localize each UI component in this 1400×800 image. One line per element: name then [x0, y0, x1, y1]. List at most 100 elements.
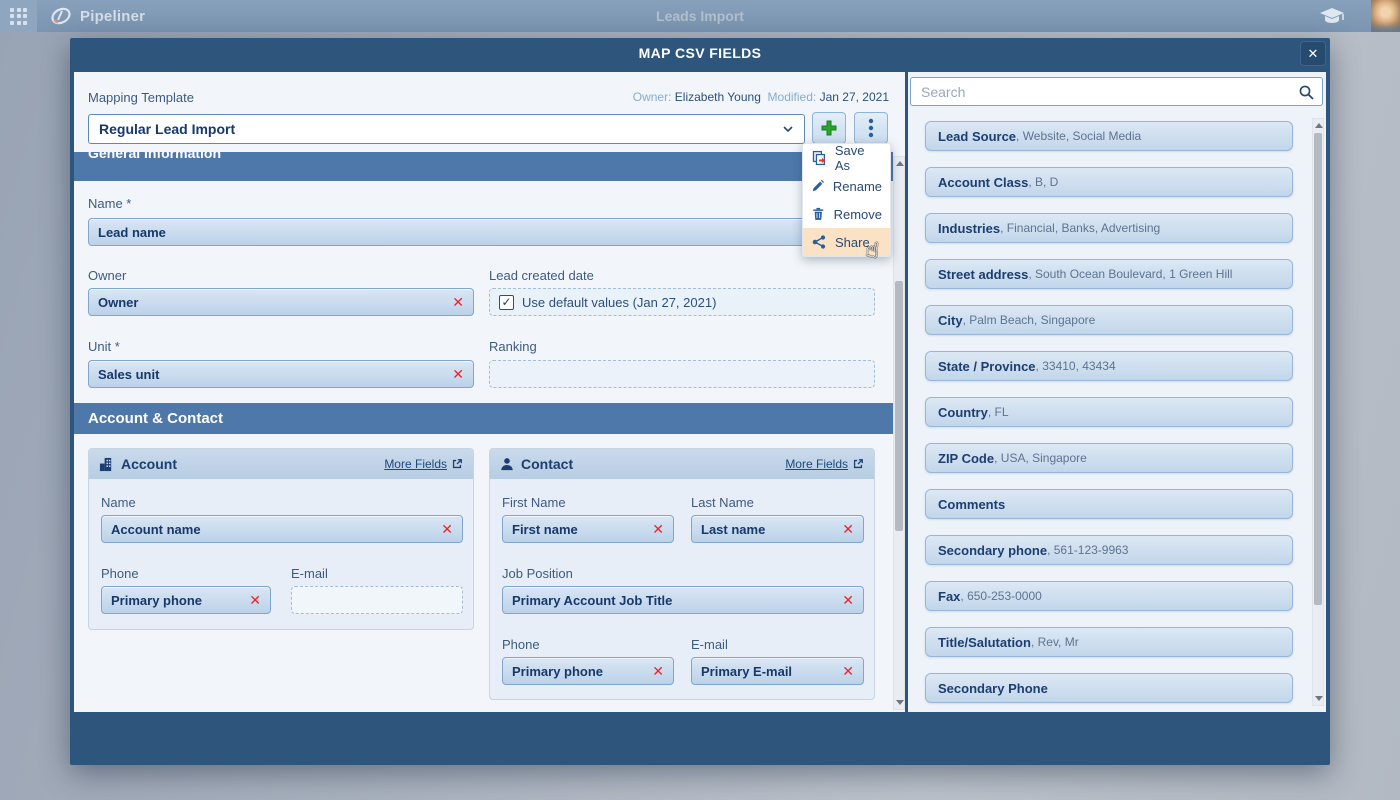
remove-account-name-icon[interactable] [441, 521, 453, 538]
remove-contact-phone-icon[interactable] [652, 663, 664, 680]
name-mapping-field[interactable]: Lead name [88, 218, 875, 246]
scroll-down-arrow-icon[interactable] [896, 700, 904, 705]
last-name-label: Last Name [691, 495, 754, 510]
use-default-values-label: Use default values (Jan 27, 2021) [522, 295, 716, 310]
mapping-content-panel: Mapping Template Owner: Elizabeth Young … [74, 72, 905, 712]
scroll-up-arrow-icon[interactable] [1315, 123, 1323, 128]
sidebar-search [910, 77, 1323, 106]
remove-job-position-icon[interactable] [842, 592, 854, 609]
lead-created-date-field: Use default values (Jan 27, 2021) [489, 288, 875, 316]
lead-created-date-label: Lead created date [489, 268, 594, 283]
first-name-label: First Name [502, 495, 566, 510]
search-input[interactable] [911, 78, 1322, 105]
ranking-field-label: Ranking [489, 339, 537, 354]
chevron-down-icon [782, 125, 794, 133]
csv-field-pill[interactable]: Account Class, B, D [925, 167, 1293, 197]
contact-panel: Contact More Fields First Name First nam… [489, 448, 875, 700]
search-icon[interactable] [1298, 84, 1315, 101]
csv-field-pill[interactable]: City, Palm Beach, Singapore [925, 305, 1293, 335]
csv-field-pill[interactable]: Fax, 650-253-0000 [925, 581, 1293, 611]
sidebar-scrollbar-thumb[interactable] [1314, 133, 1322, 605]
share-icon [811, 234, 827, 250]
account-contact-band: Account & Contact [74, 403, 893, 434]
csv-field-pill[interactable]: Country, FL [925, 397, 1293, 427]
modified-label: Modified: [768, 90, 817, 104]
account-name-mapping-field[interactable]: Account name [101, 515, 463, 543]
csv-field-pill[interactable]: ZIP Code, USA, Singapore [925, 443, 1293, 473]
account-building-icon [99, 457, 114, 472]
save-as-icon [811, 150, 827, 166]
menu-item-save-as[interactable]: Save As [803, 144, 890, 172]
owner-mapping-field[interactable]: Owner [88, 288, 474, 316]
contact-email-label: E-mail [691, 637, 728, 652]
account-phone-mapping-field[interactable]: Primary phone [101, 586, 271, 614]
form-scroll-area: General Information Name * Lead name Own… [74, 152, 893, 712]
account-email-drop-target[interactable] [291, 586, 463, 614]
screen: Pipeliner Leads Import MAP CSV FIELDS Ma… [0, 0, 1400, 800]
csv-field-pill[interactable]: Secondary phone, 561-123-9963 [925, 535, 1293, 565]
account-panel-title: Account [121, 456, 377, 472]
template-meta: Owner: Elizabeth Young Modified: Jan 27,… [633, 90, 889, 104]
remove-unit-mapping-icon[interactable] [452, 366, 464, 383]
add-template-button[interactable] [812, 112, 846, 144]
mapping-template-select[interactable]: Regular Lead Import [88, 114, 805, 144]
use-default-values-checkbox[interactable] [499, 295, 514, 310]
menu-item-rename[interactable]: Rename [803, 172, 890, 200]
contact-person-icon [500, 457, 514, 471]
account-email-label: E-mail [291, 566, 328, 581]
remove-account-phone-icon[interactable] [249, 592, 261, 609]
unit-field-label: Unit * [88, 339, 120, 354]
name-field-label: Name * [88, 196, 131, 211]
general-information-title: General Information [88, 152, 893, 161]
contact-panel-title: Contact [521, 456, 778, 472]
menu-item-remove[interactable]: Remove [803, 200, 890, 228]
csv-fields-sidebar: Lead Source, Website, Social Media Accou… [908, 72, 1326, 712]
csv-field-pill[interactable]: Comments [925, 489, 1293, 519]
csv-field-pill[interactable]: Lead Source, Website, Social Media [925, 121, 1293, 151]
selected-template: Regular Lead Import [99, 121, 782, 137]
last-name-mapping-field[interactable]: Last name [691, 515, 864, 543]
job-position-label: Job Position [502, 566, 573, 581]
contact-phone-label: Phone [502, 637, 540, 652]
remove-first-name-icon[interactable] [652, 521, 664, 538]
scroll-up-arrow-icon[interactable] [896, 161, 904, 166]
form-scrollbar[interactable] [893, 156, 905, 710]
user-avatar[interactable] [1371, 0, 1400, 32]
contact-phone-mapping-field[interactable]: Primary phone [502, 657, 674, 685]
remove-contact-email-icon[interactable] [842, 663, 854, 680]
remove-owner-mapping-icon[interactable] [452, 294, 464, 311]
csv-field-pill[interactable]: Title/Salutation, Rev, Mr [925, 627, 1293, 657]
modified-value: Jan 27, 2021 [820, 90, 889, 104]
csv-field-pill[interactable]: State / Province, 33410, 43434 [925, 351, 1293, 381]
page-title: Leads Import [0, 8, 1400, 24]
unit-mapping-field[interactable]: Sales unit [88, 360, 474, 388]
account-more-fields-link[interactable]: More Fields [384, 457, 463, 471]
contact-more-fields-link[interactable]: More Fields [785, 457, 864, 471]
ranking-drop-target[interactable] [489, 360, 875, 388]
first-name-mapping-field[interactable]: First name [502, 515, 674, 543]
csv-field-pill[interactable]: Secondary Phone [925, 673, 1293, 703]
top-bar: Pipeliner Leads Import [0, 0, 1400, 32]
account-phone-label: Phone [101, 566, 139, 581]
job-position-mapping-field[interactable]: Primary Account Job Title [502, 586, 864, 614]
csv-field-pill[interactable]: Street address, South Ocean Boulevard, 1… [925, 259, 1293, 289]
scroll-down-arrow-icon[interactable] [1315, 696, 1323, 701]
contact-panel-header: Contact More Fields [490, 449, 874, 479]
close-icon [1308, 46, 1319, 61]
csv-field-pill[interactable]: Industries, Financial, Banks, Advertisin… [925, 213, 1293, 243]
general-information-band: General Information [74, 152, 893, 181]
owner-field-label: Owner [88, 268, 126, 283]
form-scrollbar-thumb[interactable] [895, 281, 903, 531]
owner-label: Owner: [633, 90, 672, 104]
sidebar-scrollbar[interactable] [1312, 118, 1324, 706]
contact-email-mapping-field[interactable]: Primary E-mail [691, 657, 864, 685]
rename-pencil-icon [811, 178, 825, 194]
account-name-label: Name [101, 495, 136, 510]
remove-last-name-icon[interactable] [842, 521, 854, 538]
template-menu-button[interactable] [854, 112, 888, 144]
academy-cap-icon[interactable] [1319, 5, 1345, 27]
account-panel-header: Account More Fields [89, 449, 473, 479]
close-button[interactable] [1300, 41, 1326, 66]
account-panel: Account More Fields Name Account name [88, 448, 474, 630]
external-link-icon [852, 458, 864, 470]
